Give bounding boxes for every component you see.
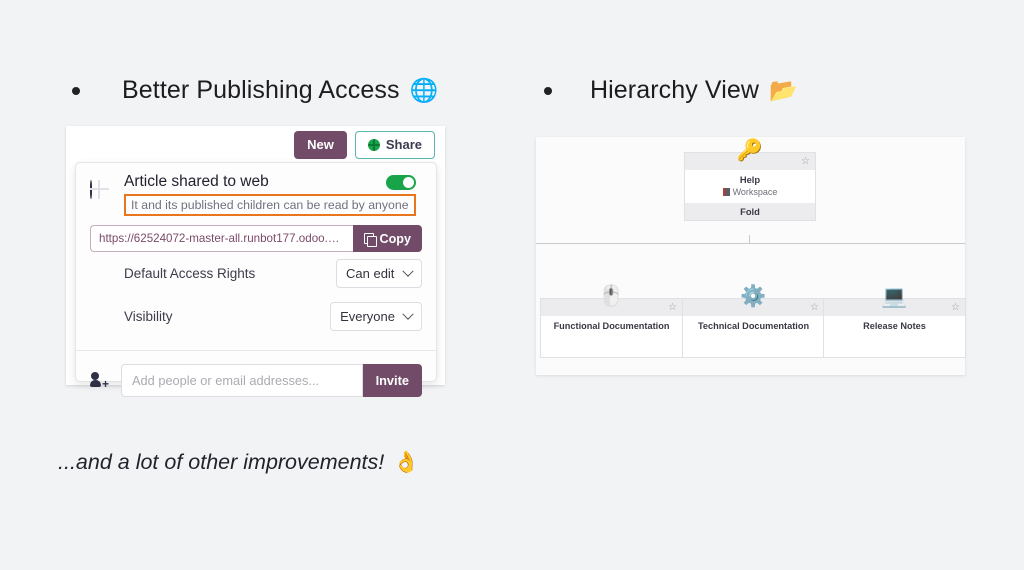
shared-to-web-description: It and its published children can be rea… <box>124 194 416 216</box>
bullet-heading-publishing: Better Publishing Access 🌐 <box>72 76 438 105</box>
node-subtitle: Workspace <box>732 187 778 197</box>
node-body: Help Workspace <box>685 170 815 203</box>
building-icon-column <box>90 270 124 278</box>
share-button[interactable]: Share <box>354 131 435 160</box>
favorite-star-icon[interactable]: ☆ <box>801 156 810 167</box>
node-title: Functional Documentation <box>553 321 670 331</box>
bullet-heading-label: Hierarchy View <box>590 76 760 104</box>
visibility-row: Visibility Everyone <box>90 295 422 338</box>
invite-button[interactable]: Invite <box>362 364 422 397</box>
fold-button[interactable]: Fold <box>685 203 815 220</box>
copy-button[interactable]: Copy <box>352 225 422 252</box>
node-body: Release Notes <box>824 316 965 337</box>
invite-input[interactable]: Add people or email addresses... <box>121 364 363 397</box>
hierarchy-node-technical-documentation[interactable]: ⚙️ ☆ Technical Documentation <box>682 286 825 358</box>
node-title: Release Notes <box>863 321 926 331</box>
node-title: Technical Documentation <box>697 321 810 331</box>
panel-top-section: Article shared to web It and its publish… <box>76 163 436 350</box>
hierarchy-connector-line <box>536 243 965 244</box>
footer-note-text: ...and a lot of other improvements! <box>58 450 385 474</box>
globe-icon <box>90 180 92 199</box>
laptop-emoji: 💻 <box>881 285 908 308</box>
visibility-select[interactable]: Everyone <box>330 302 422 331</box>
node-subtitle-row: Workspace <box>689 187 811 197</box>
chevron-down-icon <box>402 308 414 320</box>
shared-to-web-label: Article shared to web <box>124 173 269 190</box>
copy-button-label: Copy <box>379 231 411 246</box>
share-dropdown-panel: Article shared to web It and its publish… <box>75 162 437 397</box>
book-icon <box>722 188 730 196</box>
share-button-label: Share <box>385 137 422 152</box>
default-access-rights-label: Default Access Rights <box>124 266 256 281</box>
globe-emoji: 🌐 <box>409 77 439 103</box>
shared-to-web-toggle[interactable] <box>386 174 416 190</box>
node-body: Functional Documentation <box>541 316 682 337</box>
bullet-heading-hierarchy: Hierarchy View 📂 <box>544 76 798 105</box>
open-folder-emoji: 📂 <box>769 77 798 103</box>
ok-hand-emoji: 👌 <box>393 451 420 474</box>
node-title: Help <box>739 174 761 185</box>
hierarchy-node-functional-documentation[interactable]: 🖱️ ☆ Functional Documentation <box>540 286 683 358</box>
chevron-down-icon <box>402 265 414 277</box>
eye-icon-column <box>90 313 124 321</box>
new-button[interactable]: New <box>294 131 347 160</box>
gear-emoji: ⚙️ <box>740 285 767 308</box>
hierarchy-node-root[interactable]: 🔑 ☆ Help Workspace Fold <box>684 140 816 221</box>
node-body: Technical Documentation <box>683 316 824 337</box>
add-person-icon: + <box>90 372 109 391</box>
default-access-rights-select[interactable]: Can edit <box>336 259 422 288</box>
bullet-heading-label: Better Publishing Access <box>122 76 400 104</box>
computer-mouse-emoji: 🖱️ <box>598 285 625 308</box>
visibility-value: Everyone <box>340 309 395 324</box>
default-access-rights-row: Default Access Rights Can edit <box>90 252 422 295</box>
hierarchy-connector-stub <box>749 235 750 244</box>
shared-to-web-row: Article shared to web It and its publish… <box>90 173 422 216</box>
default-access-rights-value: Can edit <box>346 266 395 281</box>
share-url-row: https://62524072-master-all.runbot177.od… <box>90 225 422 252</box>
key-emoji: 🔑 <box>736 139 764 162</box>
share-url-field[interactable]: https://62524072-master-all.runbot177.od… <box>90 225 353 252</box>
copy-icon <box>363 232 377 247</box>
screenshot-toolbar: New Share <box>294 131 435 160</box>
bullet-dot-icon <box>72 86 80 95</box>
globe-icon-column <box>90 173 124 199</box>
visibility-label: Visibility <box>124 309 173 324</box>
favorite-star-icon[interactable]: ☆ <box>810 302 819 313</box>
globe-icon <box>367 139 380 152</box>
hierarchy-view-screenshot: 🔑 ☆ Help Workspace Fold 🖱️ ☆ Functional … <box>536 137 966 375</box>
footer-note: ...and a lot of other improvements! 👌 <box>58 450 419 475</box>
invite-row: + Add people or email addresses... Invit… <box>76 351 436 410</box>
hierarchy-node-release-notes[interactable]: 💻 ☆ Release Notes <box>823 286 966 358</box>
plus-icon: + <box>101 377 109 391</box>
slide-canvas: Better Publishing Access 🌐 Hierarchy Vie… <box>0 0 1024 570</box>
favorite-star-icon[interactable]: ☆ <box>668 302 677 313</box>
favorite-star-icon[interactable]: ☆ <box>951 302 960 313</box>
bullet-dot-icon <box>544 86 552 95</box>
